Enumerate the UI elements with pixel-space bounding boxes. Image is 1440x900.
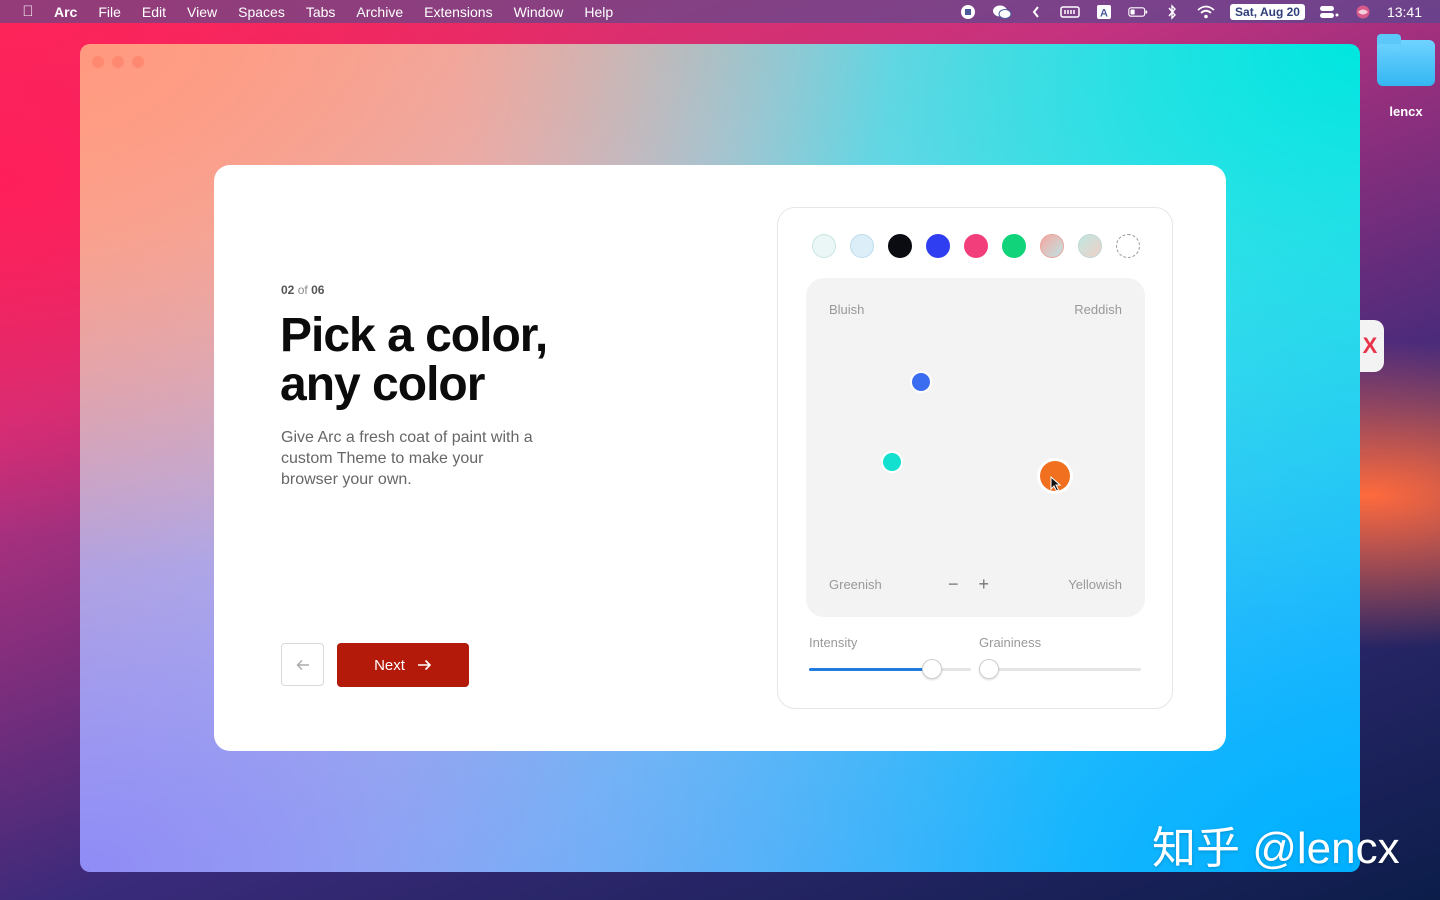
arrow-right-icon: [417, 659, 432, 671]
menu-edit[interactable]: Edit: [142, 4, 166, 20]
menubar-clock[interactable]: 13:41: [1387, 4, 1422, 20]
siri-icon[interactable]: [1353, 4, 1373, 20]
intensity-slider-thumb[interactable]: [922, 659, 942, 679]
intensity-label: Intensity: [809, 635, 858, 650]
title-line-1: Pick a color,: [280, 309, 548, 362]
control-center-icon[interactable]: [1319, 4, 1339, 20]
menu-help[interactable]: Help: [584, 4, 613, 20]
input-source-icon[interactable]: A: [1094, 4, 1114, 20]
label-greenish: Greenish: [829, 577, 882, 592]
menu-file[interactable]: File: [98, 4, 121, 20]
menu-window[interactable]: Window: [514, 4, 564, 20]
step-of: of: [297, 283, 308, 297]
menu-archive[interactable]: Archive: [356, 4, 403, 20]
close-window-button[interactable]: [92, 56, 104, 68]
decrease-button[interactable]: −: [948, 574, 959, 595]
desktop-app-icon[interactable]: X: [1356, 320, 1384, 372]
folder-icon: [1377, 34, 1435, 86]
menu-bar:  Arc File Edit View Spaces Tabs Archive…: [0, 0, 1440, 23]
minimize-window-button[interactable]: [112, 56, 124, 68]
intensity-slider[interactable]: [809, 659, 971, 679]
next-button[interactable]: Next: [337, 643, 469, 687]
wechat-icon[interactable]: [992, 4, 1012, 20]
chevron-left-icon[interactable]: [1026, 4, 1046, 20]
desktop-folder-label: lencx: [1389, 104, 1423, 119]
battery-icon[interactable]: [1128, 4, 1148, 20]
memory-icon[interactable]: [1060, 4, 1080, 20]
wifi-icon[interactable]: [1196, 4, 1216, 20]
window-controls: [92, 56, 144, 68]
zoom-window-button[interactable]: [132, 56, 144, 68]
apple-menu-icon[interactable]: : [18, 3, 38, 20]
back-button[interactable]: [281, 643, 324, 686]
graininess-slider-thumb[interactable]: [979, 659, 999, 679]
label-yellowish: Yellowish: [1068, 577, 1122, 592]
onboarding-card: 02 of 06 Pick a color, any color Give Ar…: [214, 165, 1226, 751]
swatch-black[interactable]: [888, 234, 912, 258]
swatch-custom[interactable]: [1116, 234, 1140, 258]
menu-view[interactable]: View: [187, 4, 217, 20]
cursor-icon: [1050, 476, 1062, 492]
desktop-folder[interactable]: lencx: [1372, 34, 1440, 119]
step-current: 02: [281, 283, 295, 297]
increase-button[interactable]: +: [979, 574, 990, 595]
menu-app-arc[interactable]: Arc: [54, 4, 77, 20]
svg-text:A: A: [1100, 7, 1108, 19]
bluetooth-icon[interactable]: [1162, 3, 1182, 20]
theme-picker-panel: Bluish Reddish Greenish Yellowish − + In…: [777, 207, 1173, 709]
step-total: 06: [311, 283, 325, 297]
intensity-slider-fill: [809, 668, 932, 671]
swatch-pink[interactable]: [964, 234, 988, 258]
color-swatches: [812, 234, 1140, 258]
menu-spaces[interactable]: Spaces: [238, 4, 285, 20]
step-indicator: 02 of 06: [281, 283, 324, 297]
swatch-green[interactable]: [1002, 234, 1026, 258]
zoom-controls: − +: [948, 574, 989, 595]
menu-extensions[interactable]: Extensions: [424, 4, 492, 20]
menubar-date[interactable]: Sat, Aug 20: [1230, 3, 1305, 20]
page-description: Give Arc a fresh coat of paint with a cu…: [281, 429, 533, 488]
color-point-blue[interactable]: [912, 373, 930, 391]
page-title: Pick a color, any color: [280, 311, 700, 409]
label-reddish: Reddish: [1074, 302, 1122, 317]
graininess-label: Graininess: [979, 635, 1042, 650]
color-grid[interactable]: Bluish Reddish Greenish Yellowish − +: [806, 278, 1145, 617]
color-point-cyan[interactable]: [883, 453, 901, 471]
arc-window: 02 of 06 Pick a color, any color Give Ar…: [80, 44, 1360, 872]
label-bluish: Bluish: [829, 302, 865, 317]
swatch-gradient-sage[interactable]: [1078, 234, 1102, 258]
arrow-left-icon: [296, 659, 309, 670]
watermark: 知乎 @lencx: [1152, 824, 1400, 873]
menu-tabs[interactable]: Tabs: [306, 4, 336, 20]
record-icon[interactable]: [958, 4, 978, 20]
title-line-2: any color: [280, 358, 485, 411]
swatch-light-blue[interactable]: [850, 234, 874, 258]
graininess-slider[interactable]: [979, 659, 1141, 679]
swatch-mint[interactable]: [812, 234, 836, 258]
next-button-label: Next: [374, 656, 405, 674]
swatch-gradient-peach[interactable]: [1040, 234, 1064, 258]
swatch-blue[interactable]: [926, 234, 950, 258]
